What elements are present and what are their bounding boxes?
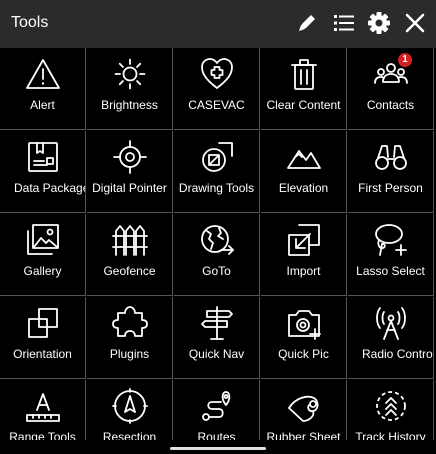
tool-label: Contacts bbox=[366, 98, 415, 112]
compass-icon bbox=[111, 388, 148, 424]
tool-casevac[interactable]: CASEVAC bbox=[174, 48, 260, 130]
tool-label: Orientation bbox=[13, 347, 72, 361]
data-packages-icon bbox=[25, 139, 61, 175]
tool-lasso-select[interactable]: Lasso Select bbox=[348, 214, 434, 296]
tool-label: Geofence bbox=[103, 264, 156, 278]
orientation-icon bbox=[25, 305, 61, 341]
puzzle-icon bbox=[111, 305, 148, 341]
tool-label: Lasso Select bbox=[356, 264, 425, 278]
tool-range-tools[interactable]: Range Tools bbox=[0, 380, 86, 440]
tool-label: CASEVAC bbox=[188, 98, 245, 112]
notification-badge: 1 bbox=[398, 53, 412, 67]
tool-label: First Person bbox=[358, 181, 423, 195]
range-ruler-icon bbox=[25, 388, 61, 424]
track-history-icon bbox=[373, 388, 409, 424]
tool-clear-content[interactable]: Clear Content bbox=[261, 48, 347, 130]
rubber-sheet-icon bbox=[286, 388, 322, 424]
casevac-icon bbox=[199, 56, 235, 92]
close-icon[interactable] bbox=[402, 10, 428, 36]
tool-elevation[interactable]: Elevation bbox=[261, 131, 347, 213]
gear-icon[interactable] bbox=[366, 10, 392, 36]
radio-tower-icon bbox=[373, 305, 409, 341]
tool-label: Rubber Sheet bbox=[266, 430, 341, 441]
list-icon[interactable] bbox=[331, 10, 357, 36]
page-title: Tools bbox=[11, 14, 49, 31]
tool-plugins[interactable]: Plugins bbox=[87, 297, 173, 379]
tool-drawing-tools[interactable]: Drawing Tools bbox=[174, 131, 260, 213]
tool-quick-pic[interactable]: Quick Pic bbox=[261, 297, 347, 379]
tool-routes[interactable]: Routes bbox=[174, 380, 260, 440]
tool-rubber-sheet[interactable]: Rubber Sheet bbox=[261, 380, 347, 440]
tool-label: Digital Pointer bbox=[92, 181, 167, 195]
tool-label: Plugins bbox=[109, 347, 150, 361]
pencil-icon[interactable] bbox=[294, 10, 320, 36]
mountains-icon bbox=[286, 139, 322, 175]
tool-label: Resection bbox=[102, 430, 157, 441]
tool-label: Gallery bbox=[23, 264, 62, 278]
tool-first-person[interactable]: First Person bbox=[348, 131, 434, 213]
tool-gallery[interactable]: Gallery bbox=[0, 214, 86, 296]
tool-goto[interactable]: GoTo bbox=[174, 214, 260, 296]
brightness-icon bbox=[112, 56, 148, 92]
tool-label: Brightness bbox=[101, 98, 158, 112]
tool-label: Track History bbox=[355, 430, 426, 441]
tool-radio-controls[interactable]: Radio Controls bbox=[348, 297, 434, 379]
tool-geofence[interactable]: Geofence bbox=[87, 214, 173, 296]
toolbar-header: Tools bbox=[0, 0, 436, 48]
tool-label: Quick Pic bbox=[278, 347, 329, 361]
tool-label: GoTo bbox=[202, 264, 231, 278]
tool-contacts[interactable]: 1 Contacts bbox=[348, 48, 434, 130]
tool-resection[interactable]: Resection bbox=[87, 380, 173, 440]
gallery-icon bbox=[25, 222, 61, 258]
binoculars-icon bbox=[373, 139, 409, 175]
trash-icon bbox=[286, 56, 322, 92]
tool-quick-nav[interactable]: Quick Nav bbox=[174, 297, 260, 379]
tool-data-packages[interactable]: Data Packages bbox=[0, 131, 86, 213]
tool-label: Routes bbox=[197, 430, 236, 441]
tool-label: Radio Controls bbox=[362, 347, 434, 361]
tool-label: Elevation bbox=[278, 181, 329, 195]
camera-plus-icon bbox=[286, 305, 322, 341]
tool-brightness[interactable]: Brightness bbox=[87, 48, 173, 130]
geofence-icon bbox=[111, 222, 148, 258]
home-indicator[interactable] bbox=[170, 447, 266, 450]
tool-grid: Alert Brightness CASEVAC Clear Content 1 Cont… bbox=[0, 48, 436, 440]
tool-orientation[interactable]: Orientation bbox=[0, 297, 86, 379]
tool-digital-pointer[interactable]: Digital Pointer bbox=[87, 131, 173, 213]
signpost-icon bbox=[199, 305, 235, 341]
route-icon bbox=[199, 388, 235, 424]
tool-import[interactable]: Import bbox=[261, 214, 347, 296]
tool-label: Data Packages bbox=[14, 181, 85, 195]
lasso-icon bbox=[373, 222, 409, 258]
globe-arrow-icon bbox=[199, 222, 235, 258]
tool-label: Drawing Tools bbox=[178, 181, 255, 195]
tool-label: Quick Nav bbox=[188, 347, 245, 361]
tool-label: Alert bbox=[30, 98, 55, 112]
import-icon bbox=[286, 222, 322, 258]
tool-label: Import bbox=[286, 264, 321, 278]
tool-label: Clear Content bbox=[266, 98, 341, 112]
tool-alert[interactable]: Alert bbox=[0, 48, 86, 130]
crosshair-icon bbox=[112, 139, 148, 175]
tool-label: Range Tools bbox=[9, 430, 76, 441]
tool-track-history[interactable]: Track History bbox=[348, 380, 434, 440]
drawing-tools-icon bbox=[199, 139, 235, 175]
alert-icon bbox=[25, 56, 61, 92]
